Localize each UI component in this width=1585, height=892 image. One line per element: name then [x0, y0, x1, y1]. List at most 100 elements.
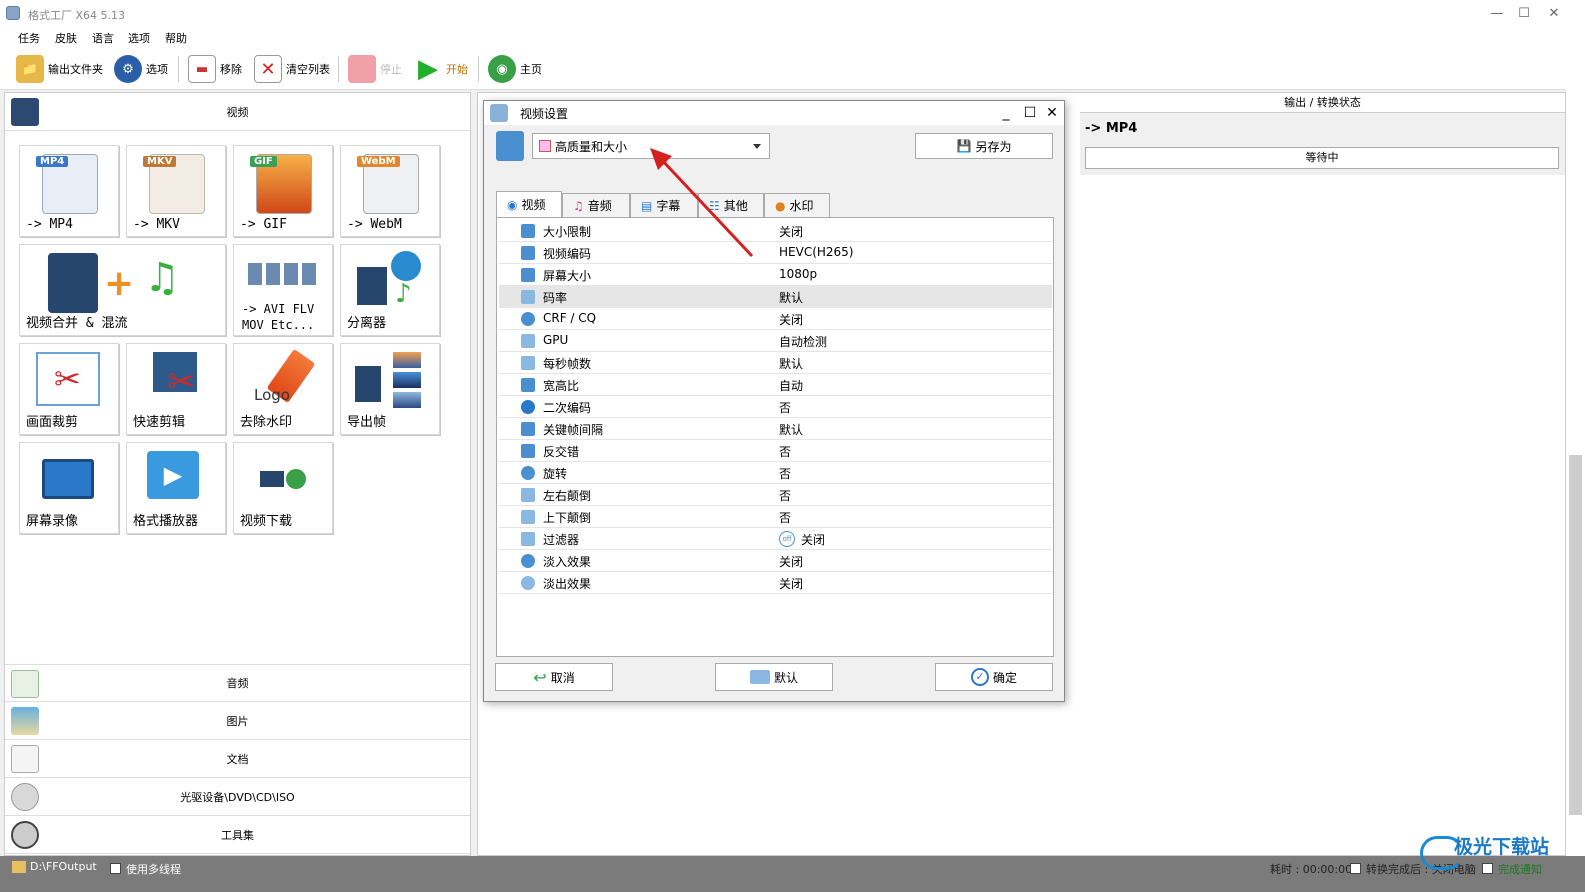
tile-video-download[interactable]: 视频下载 — [233, 442, 333, 534]
multithread-checkbox[interactable] — [110, 863, 121, 874]
save-as-button[interactable]: 💾 另存为 — [915, 133, 1053, 159]
minimize-icon[interactable]: _ — [994, 103, 1018, 123]
tile-video-merge[interactable]: + ♫ 视频合并 & 混流 — [19, 244, 226, 336]
maximize-icon[interactable]: ☐ — [1018, 103, 1042, 123]
menu-task[interactable]: 任务 — [18, 30, 40, 46]
frame-image-icon — [393, 392, 421, 408]
setting-fade-out[interactable]: 淡出效果 关闭 — [499, 572, 1052, 594]
minimize-icon[interactable]: — — [1483, 4, 1511, 24]
webm-badge: WebM — [357, 156, 400, 167]
setting-size-limit[interactable]: 大小限制 关闭 — [499, 220, 1052, 242]
default-button[interactable]: 默认 — [715, 663, 833, 691]
cancel-button[interactable]: ↩ 取消 — [495, 663, 613, 691]
tile-label: 视频合并 & 混流 — [26, 316, 128, 331]
status-bar: D:\FFOutput 使用多线程 耗时 : 00:00:00 转换完成后 : … — [0, 856, 1585, 892]
setting-deinterlace[interactable]: 反交错否 — [499, 440, 1052, 462]
tile-player[interactable]: ▶ 格式播放器 — [126, 442, 226, 534]
after-convert-checkbox[interactable] — [1350, 863, 1361, 874]
tile-to-mp4[interactable]: MP4 -> MP4 — [19, 145, 119, 237]
tile-to-other-formats[interactable]: -> AVI FLV MOV Etc... — [233, 244, 333, 336]
gpu-icon — [521, 334, 535, 348]
watermark-icon: ● — [775, 198, 786, 213]
setting-aspect-ratio[interactable]: 宽高比 自动 — [499, 374, 1052, 396]
setting-bitrate[interactable]: 码率 默认 — [499, 286, 1052, 308]
setting-flip-vertical[interactable]: 上下颠倒否 — [499, 506, 1052, 528]
tile-screen-record[interactable]: 屏幕录像 — [19, 442, 119, 534]
setting-crf-cq[interactable]: CRF / CQ 关闭 — [499, 308, 1052, 330]
tile-to-webm[interactable]: WebM -> WebM — [340, 145, 440, 237]
category-audio[interactable]: 音频 — [5, 664, 470, 702]
status-column-header[interactable]: 输出 / 转换状态 — [1080, 93, 1565, 113]
menu-skin[interactable]: 皮肤 — [55, 30, 77, 46]
tile-to-mkv[interactable]: MKV -> MKV — [126, 145, 226, 237]
close-icon[interactable]: ✕ — [1540, 4, 1568, 24]
setting-gpu[interactable]: GPU 自动检测 — [499, 330, 1052, 352]
toolbar-separator — [338, 56, 339, 82]
film-icon — [260, 471, 284, 487]
tab-audio[interactable]: ♫ 音频 — [562, 193, 630, 217]
menu-help[interactable]: 帮助 — [165, 30, 187, 46]
home-button[interactable]: ◉ 主页 — [488, 54, 542, 84]
tile-quick-clip[interactable]: ✂ 快速剪辑 — [126, 343, 226, 435]
tools-icon — [11, 821, 39, 849]
start-button[interactable]: ▶ 开始 — [414, 54, 468, 84]
monitor-icon — [42, 459, 94, 499]
dialog-title-bar: 视频设置 _ ☐ ✕ — [484, 101, 1064, 125]
check-icon: ✓ — [970, 668, 989, 686]
setting-filter[interactable]: 过滤器 off 关闭 — [499, 528, 1052, 550]
tile-remove-watermark[interactable]: Logo 去除水印 — [233, 343, 333, 435]
maximize-icon[interactable]: ☐ — [1510, 4, 1538, 24]
plus-icon: + — [104, 263, 135, 304]
setting-flip-horizontal[interactable]: 左右颠倒否 — [499, 484, 1052, 506]
category-image[interactable]: 图片 — [5, 702, 470, 740]
tab-video[interactable]: ◉ 视频 — [496, 191, 562, 217]
left-panel: 视频 MP4 -> MP4 MKV -> MKV GIF -> GIF WebM… — [4, 92, 471, 856]
fade-in-icon — [521, 554, 535, 568]
codec-icon — [521, 246, 535, 260]
reel-icon — [391, 251, 421, 281]
category-video[interactable]: 视频 — [5, 93, 470, 131]
scissors-icon: ✂ — [167, 362, 196, 402]
remove-file-icon: ▬ — [188, 55, 216, 83]
tab-watermark[interactable]: ● 水印 — [764, 193, 830, 217]
close-icon[interactable]: ✕ — [1040, 103, 1064, 123]
clear-list-button[interactable]: ✕ 清空列表 — [254, 54, 330, 84]
setting-video-codec[interactable]: 视频编码 HEVC(H265) — [499, 242, 1052, 264]
ok-button[interactable]: ✓ 确定 — [935, 663, 1053, 691]
setting-two-pass[interactable]: 二次编码否 — [499, 396, 1052, 418]
tile-label: 去除水印 — [240, 415, 293, 430]
category-disc[interactable]: 光驱设备\DVD\CD\ISO — [5, 778, 470, 816]
tile-to-gif[interactable]: GIF -> GIF — [233, 145, 333, 237]
window-title: 格式工厂 X64 5.13 — [28, 9, 126, 22]
scrollbar-thumb[interactable] — [1569, 455, 1582, 815]
output-folder-button[interactable]: 📁 输出文件夹 — [16, 54, 103, 84]
default-icon — [749, 670, 770, 684]
crf-icon — [521, 312, 535, 326]
setting-screen-size[interactable]: 屏幕大小 1080p — [499, 264, 1052, 286]
menu-language[interactable]: 语言 — [92, 30, 114, 46]
tile-crop[interactable]: ✂ 画面裁剪 — [19, 343, 119, 435]
tile-label: 画面裁剪 — [26, 415, 79, 430]
tile-label-line1: -> AVI FLV — [242, 302, 315, 316]
remove-button[interactable]: ▬ 移除 — [188, 54, 242, 84]
output-path[interactable]: D:\FFOutput — [30, 860, 97, 873]
tile-label-line2: MOV Etc... — [242, 318, 315, 332]
category-document[interactable]: 文档 — [5, 740, 470, 778]
audio-icon — [11, 670, 39, 698]
stop-icon — [348, 55, 376, 83]
setting-fade-in[interactable]: 淡入效果 关闭 — [499, 550, 1052, 572]
filter-icon — [521, 532, 535, 546]
mkv-badge: MKV — [143, 156, 177, 167]
setting-fps[interactable]: 每秒帧数 默认 — [499, 352, 1052, 374]
site-watermark: 极光下载站 — [1420, 830, 1570, 886]
setting-keyframe-interval[interactable]: 关键帧间隔 默认 — [499, 418, 1052, 440]
player-icon: ▶ — [147, 451, 199, 499]
gif-badge: GIF — [250, 156, 277, 167]
setting-rotate[interactable]: 旋转否 — [499, 462, 1052, 484]
tile-splitter[interactable]: ♪ 分离器 — [340, 244, 440, 336]
options-button[interactable]: ⚙ 选项 — [114, 54, 168, 84]
menu-options[interactable]: 选项 — [128, 30, 150, 46]
stop-button[interactable]: 停止 — [348, 54, 402, 84]
category-tools[interactable]: 工具集 — [5, 816, 470, 854]
tile-export-frames[interactable]: 导出帧 — [340, 343, 440, 435]
